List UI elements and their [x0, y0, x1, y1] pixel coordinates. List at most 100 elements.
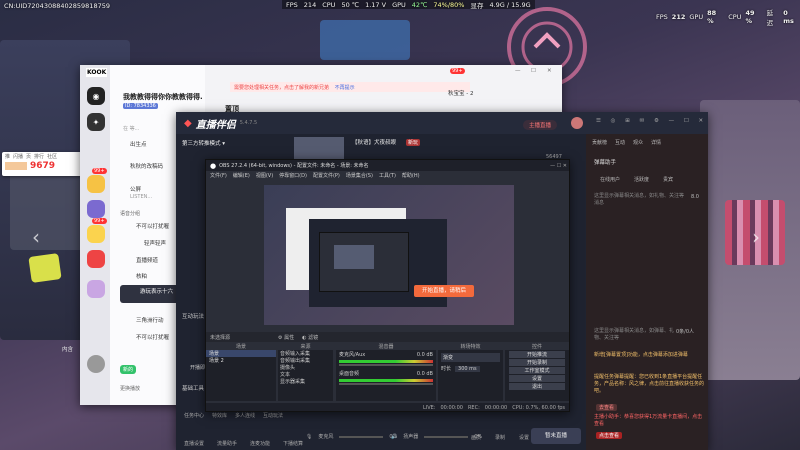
obs-menu-help[interactable]: 帮助(H): [402, 172, 420, 179]
kook-server-icon-2[interactable]: [87, 200, 105, 218]
zbg-notice-3-link[interactable]: 点击查看: [596, 432, 623, 439]
zbg-rtab-3[interactable]: 详情: [651, 139, 661, 146]
obs-live-time: 00:00:00: [440, 405, 463, 411]
zbg-vip[interactable]: 贵宾: [663, 176, 673, 183]
kook-server-icon-4[interactable]: [87, 250, 105, 268]
kook-max-icon[interactable]: ☐: [531, 68, 536, 74]
mixer-slider-1[interactable]: [339, 364, 433, 366]
zbg-rtab-0[interactable]: 贡献榜: [592, 139, 607, 146]
kook-voice-6[interactable]: 不可以打扰喔: [136, 333, 169, 341]
obs-studio-mode-button[interactable]: 工作室模式: [509, 367, 565, 374]
kook-home-icon[interactable]: ◉: [87, 87, 105, 105]
obs-preview[interactable]: 开始直播，请稍后: [264, 185, 514, 325]
kook-status-chip[interactable]: 新的: [120, 365, 137, 374]
kook-voice-5[interactable]: 三角洲行动: [136, 316, 164, 324]
obs-live-label: LIVE:: [422, 405, 436, 411]
fps-label-right: FPS: [656, 13, 668, 21]
zbg-mic-control[interactable]: 🎙 麦克风 0%: [306, 433, 397, 441]
kook-server-icon-1[interactable]: [87, 175, 105, 193]
obs-properties-button[interactable]: ⚙ 属性: [278, 334, 294, 341]
kook-voice-0[interactable]: 不可以打扰喔: [136, 222, 169, 230]
obs-menu-view[interactable]: 视图(V): [256, 172, 273, 179]
bg-note: [28, 253, 62, 283]
obs-sources-title: 来源: [278, 343, 333, 350]
kook-username[interactable]: 我教教得得你你教教得得...: [123, 92, 203, 102]
kook-category-2[interactable]: 公屏: [130, 185, 141, 193]
obs-menu-file[interactable]: 文件(F): [210, 172, 227, 179]
carousel-next-icon[interactable]: ›: [752, 225, 760, 249]
kook-server-icon-5[interactable]: [87, 280, 105, 298]
zbg-live-settings[interactable]: 直播设置: [184, 440, 204, 447]
kook-badge-2: 99+: [92, 218, 107, 224]
zbg-end-live-button[interactable]: 暂未直播: [531, 428, 581, 444]
gpu-temp: 42℃: [411, 0, 428, 9]
obs-scene-item-1[interactable]: 场景: [206, 350, 276, 357]
obs-menu-scene-collection[interactable]: 场景集合(S): [346, 172, 373, 179]
obs-live-popup[interactable]: 开始直播，请稍后: [414, 285, 474, 297]
obs-exit-button[interactable]: 退出: [509, 383, 565, 390]
obs-start-record-button[interactable]: 开始录制: [509, 359, 565, 366]
kook-voice-3[interactable]: 核粕: [136, 272, 147, 280]
zbg-stream-title[interactable]: 【秋语】犬夜叔眼: [352, 138, 396, 146]
kook-user-avatar[interactable]: [87, 355, 105, 373]
carousel-prev-icon[interactable]: ‹: [32, 225, 40, 249]
obs-transition-select[interactable]: 渐变: [441, 353, 500, 362]
zbg-end-settle[interactable]: 下播结算: [283, 440, 303, 447]
zbg-mode-select[interactable]: 第三方转推模式 ▾: [182, 139, 225, 147]
obs-source-item[interactable]: 显示器采集: [278, 378, 333, 385]
zbg-quality-button[interactable]: 画质: [471, 434, 481, 441]
obs-source-item[interactable]: 音频输出采集: [278, 357, 333, 364]
kook-category-1[interactable]: 秋秋的改稿码: [130, 162, 163, 170]
mic-slider[interactable]: [339, 435, 384, 438]
obs-scene-item-2[interactable]: 场景 2: [206, 357, 276, 364]
zbg-connect-feature[interactable]: 连麦功能: [250, 440, 270, 447]
kook-voice-1[interactable]: 轻声轻声: [144, 239, 166, 247]
zbg-tab-tasks[interactable]: 任务中心: [184, 412, 204, 419]
obs-settings-button[interactable]: 设置: [509, 375, 565, 382]
zbg-avatar[interactable]: [571, 117, 583, 129]
kook-search-hint[interactable]: 在 等...: [123, 125, 139, 132]
kook-settings-chip[interactable]: 更换播放: [120, 385, 140, 392]
kook-category-0[interactable]: 出生点: [130, 140, 147, 148]
kook-discover-icon[interactable]: ✦: [87, 113, 105, 131]
mixer-slider-2[interactable]: [339, 383, 433, 385]
zbg-online-users[interactable]: 在线用户: [600, 176, 620, 183]
kook-min-icon[interactable]: —: [515, 68, 521, 74]
kook-top-user[interactable]: 秋宝宝 - 2: [448, 89, 473, 97]
zbg-tab-connect[interactable]: 多人连线: [235, 412, 255, 419]
kook-close-icon[interactable]: ✕: [547, 68, 552, 74]
kook-server-icon-3[interactable]: [87, 225, 105, 243]
zbg-settings-button[interactable]: 设置: [519, 434, 529, 441]
obs-scenes-title: 场景: [206, 343, 276, 350]
speaker-slider[interactable]: [424, 435, 469, 438]
mixer-track-name: 麦克风/Aux: [339, 352, 366, 358]
obs-source-item[interactable]: 文本: [278, 371, 333, 378]
zbg-activity[interactable]: 活跃度: [634, 176, 649, 183]
obs-duration-input[interactable]: 300 ms: [455, 365, 480, 372]
zbg-speaker-control[interactable]: 🔊 扬声器 0%: [391, 433, 482, 441]
obs-menu-profile[interactable]: 配置文件(P): [313, 172, 340, 179]
zbg-tab-effects[interactable]: 特效库: [212, 412, 227, 419]
kook-banner-link[interactable]: 不再提示: [335, 85, 355, 91]
kook-voice-2[interactable]: 直播频道: [136, 256, 158, 264]
obs-source-item[interactable]: 摄像头: [278, 364, 333, 371]
obs-source-item[interactable]: 音频输入采集: [278, 350, 333, 357]
zbg-record-button[interactable]: 录制: [495, 434, 505, 441]
zbg-top-btn[interactable]: 主播直播: [523, 120, 558, 130]
obs-menu-docks[interactable]: 停靠窗口(D): [279, 172, 307, 179]
kook-notice-banner[interactable]: 需要您处理相关任务，点击了解我的新兄弟 不再提示: [230, 82, 470, 92]
zbg-rtab-2[interactable]: 观众: [633, 139, 643, 146]
zbg-notice-tag[interactable]: 去查看: [596, 404, 618, 411]
obs-window-controls[interactable]: — ☐ ✕: [550, 163, 567, 169]
zbg-tab-interactive[interactable]: 互动玩法: [263, 412, 283, 419]
mixer-track-db: 0.0 dB: [416, 351, 433, 358]
obs-start-stream-button[interactable]: 开始推流: [509, 351, 565, 358]
obs-filters-button[interactable]: ◐ 滤镜: [302, 334, 318, 341]
ticket-number: 9679: [30, 161, 56, 171]
obs-source-bar: 未选择源 ⚙ 属性 ◐ 滤镜: [206, 332, 569, 342]
zbg-rtab-1[interactable]: 互动: [615, 139, 625, 146]
obs-menu-tools[interactable]: 工具(T): [379, 172, 396, 179]
fps-label: FPS: [286, 0, 298, 9]
zbg-traffic-helper[interactable]: 流量助手: [217, 440, 237, 447]
obs-menu-edit[interactable]: 编辑(E): [233, 172, 250, 179]
